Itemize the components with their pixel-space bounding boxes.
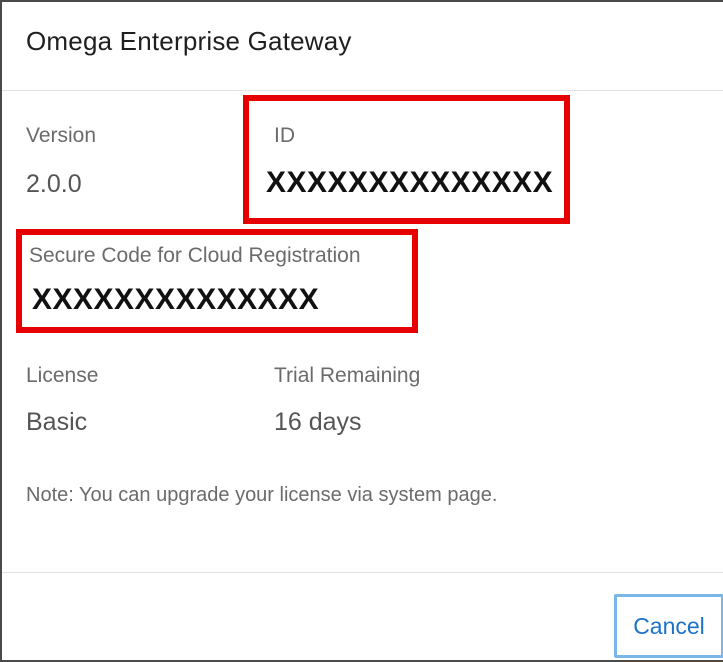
license-label: License: [26, 364, 99, 387]
version-value: 2.0.0: [26, 170, 82, 198]
footer-divider: [2, 572, 723, 573]
version-label: Version: [26, 124, 97, 147]
cancel-button[interactable]: Cancel: [614, 594, 723, 658]
gateway-info-dialog: Omega Enterprise Gateway Version 2.0.0 I…: [0, 0, 723, 662]
license-value: Basic: [26, 408, 88, 436]
id-label: ID: [274, 124, 295, 147]
trial-remaining-value: 16 days: [274, 408, 362, 436]
secure-code-value: XXXXXXXXXXXXXX: [32, 283, 320, 316]
secure-code-label: Secure Code for Cloud Registration: [29, 244, 361, 267]
id-value: XXXXXXXXXXXXXX: [266, 166, 554, 199]
dialog-title: Omega Enterprise Gateway: [26, 26, 352, 56]
dialog-header: Omega Enterprise Gateway: [2, 2, 723, 91]
trial-remaining-label: Trial Remaining: [274, 364, 421, 387]
license-upgrade-note: Note: You can upgrade your license via s…: [26, 484, 498, 506]
id-highlight-box: [243, 95, 570, 224]
